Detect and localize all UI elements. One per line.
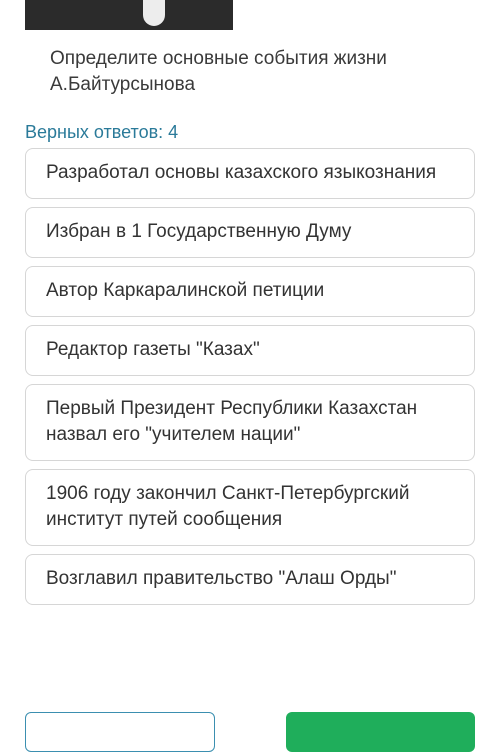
secondary-button[interactable]	[25, 712, 215, 752]
answer-option-2[interactable]: Избран в 1 Государственную Думу	[25, 207, 475, 258]
question-image	[25, 0, 233, 30]
image-detail	[143, 0, 165, 26]
answer-option-6[interactable]: 1906 году закончил Санкт-Петербургский и…	[25, 469, 475, 546]
answer-option-1[interactable]: Разработал основы казахского языкознания	[25, 148, 475, 199]
answer-option-5[interactable]: Первый Президент Республики Казахстан на…	[25, 384, 475, 461]
answer-option-3[interactable]: Автор Каркаралинской петиции	[25, 266, 475, 317]
primary-button[interactable]	[286, 712, 475, 752]
answer-option-7[interactable]: Возглавил правительство "Алаш Орды"	[25, 554, 475, 605]
correct-answers-count: Верных ответов: 4	[25, 122, 179, 142]
question-text: Определите основные события жизни А.Байт…	[50, 48, 387, 95]
answer-options-list: Разработал основы казахского языкознания…	[25, 148, 475, 605]
answer-option-4[interactable]: Редактор газеты "Казах"	[25, 325, 475, 376]
